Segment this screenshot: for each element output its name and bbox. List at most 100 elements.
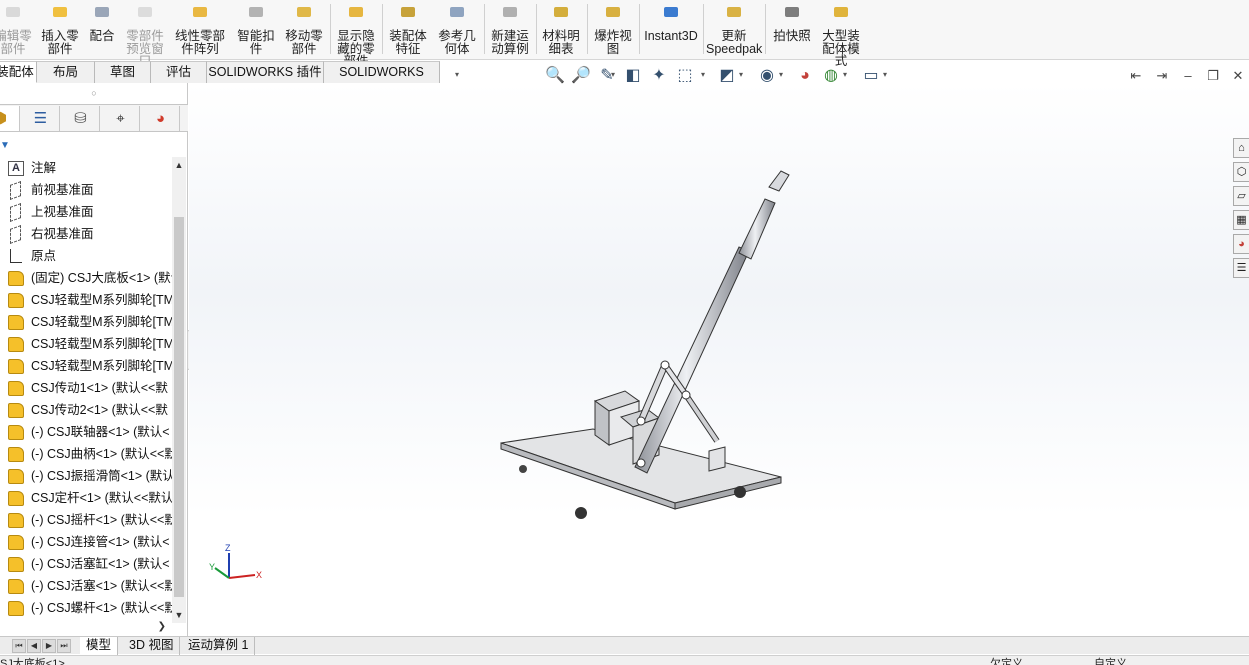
dimxpert-manager-tab[interactable]: ⌖ — [102, 106, 140, 131]
tree-node-component[interactable]: (-) CSJ活塞缸<1> (默认< — [0, 553, 172, 575]
component-preview-button[interactable]: 零部件 预览窗 口 — [122, 0, 168, 67]
tree-node-component[interactable]: (-) CSJ螺杆<1> (默认<<默 — [0, 597, 172, 617]
chevron-down-icon[interactable]: ▾ — [883, 70, 887, 79]
home-icon[interactable]: ⌂ — [1233, 138, 1249, 158]
tree-node-origin[interactable]: 原点 — [0, 245, 172, 267]
tab-motion-study[interactable]: 运动算例 1 — [182, 637, 256, 655]
tree-node-component[interactable]: CSJ轻载型M系列脚轮[TM — [0, 333, 172, 355]
tab-3d-view[interactable]: 3D 视图 — [123, 637, 181, 655]
graphics-area[interactable]: Z X Y — [189, 83, 1249, 638]
reference-geometry-button[interactable]: 参考几 何体 ▾ — [434, 0, 480, 78]
chevron-down-icon[interactable]: ▾ — [739, 70, 743, 79]
chevron-down-icon[interactable]: ▾ — [434, 70, 480, 79]
next-tab-icon[interactable]: ▶ — [42, 639, 56, 653]
tree-node-top-plane[interactable]: 上视基准面 — [0, 201, 172, 223]
close-icon[interactable]: ✕ — [1230, 68, 1246, 84]
tree-node-right-plane[interactable]: 右视基准面 — [0, 223, 172, 245]
assembly-model[interactable]: Z X Y — [189, 83, 1249, 638]
design-library-icon[interactable]: ⬡ — [1233, 162, 1249, 182]
tree-horizontal-scrollbar[interactable]: ❯ — [0, 621, 172, 637]
move-component-button[interactable]: 移动零 部件 ▾ — [282, 0, 326, 78]
mate-button[interactable]: 配合 — [86, 0, 118, 58]
tab-model[interactable]: 模型 — [80, 637, 119, 655]
linear-component-pattern-button[interactable]: 线性零部 件阵列 ▾ — [172, 0, 228, 78]
chevron-down-icon[interactable]: ▾ — [843, 70, 847, 79]
tab-solidworks-mbd[interactable]: SOLIDWORKS MBD — [324, 61, 440, 100]
hide-show-items-icon[interactable]: ◉ — [757, 66, 777, 86]
display-style-icon[interactable]: ◩ — [717, 66, 737, 86]
insert-component-button[interactable]: 插入零 部件 ▾ — [38, 0, 82, 78]
apply-scene-icon[interactable]: ◍ — [821, 66, 841, 86]
filter-icon[interactable]: ▼ — [0, 140, 10, 151]
take-snapshot-button[interactable]: 拍快照 — [769, 0, 815, 58]
tree-node-component[interactable]: (-) CSJ振摇滑筒<1> (默认 — [0, 465, 172, 487]
show-hidden-components-button[interactable]: 显示隐 藏的零 部件 — [334, 0, 378, 67]
tree-node-component[interactable]: (-) CSJ连接管<1> (默认< — [0, 531, 172, 553]
zoom-to-area-icon[interactable]: 🔎 — [571, 66, 591, 86]
tab-assembly[interactable]: 装配体 — [0, 61, 37, 83]
tab-solidworks-addins[interactable]: SOLIDWORKS 插件 — [207, 61, 324, 83]
view-settings-icon[interactable]: ▭ — [861, 66, 881, 86]
tab-sketch[interactable]: 草图 — [95, 61, 151, 83]
smart-fasteners-button[interactable]: 智能扣 件 — [234, 0, 278, 58]
file-explorer-icon[interactable]: ▱ — [1233, 186, 1249, 206]
feature-manager-tab[interactable]: ⬢ — [0, 106, 20, 131]
section-view-icon[interactable]: ◧ — [623, 66, 643, 86]
exploded-view-button[interactable]: 爆炸视 图 ▾ — [591, 0, 635, 78]
scroll-down-icon[interactable]: ▼ — [174, 609, 184, 621]
chevron-down-icon[interactable]: ▾ — [779, 70, 783, 79]
caster-wheel[interactable] — [734, 486, 746, 498]
caster-wheel[interactable] — [575, 507, 587, 519]
chevron-down-icon[interactable]: ▾ — [701, 70, 705, 79]
configuration-manager-tab[interactable]: ⛁ — [62, 106, 100, 131]
tree-node-component[interactable]: (固定) CSJ大底板<1> (默认 — [0, 267, 172, 289]
property-manager-tab[interactable]: ☰ — [22, 106, 60, 131]
view-orientation-icon[interactable]: ⬚ — [675, 66, 695, 86]
tree-node-annotations[interactable]: A 注解 — [0, 157, 172, 179]
large-assembly-mode-button[interactable]: 大型装 配体模 式 — [818, 0, 864, 67]
last-tab-icon[interactable]: ⏭ — [57, 639, 71, 653]
restore-icon[interactable]: ❐ — [1205, 68, 1221, 84]
tree-vertical-scrollbar[interactable]: ▲ ▼ — [172, 157, 186, 623]
tree-node-component[interactable]: CSJ轻载型M系列脚轮[TM — [0, 311, 172, 333]
tree-node-component[interactable]: (-) CSJ摇杆<1> (默认<<默 — [0, 509, 172, 531]
tree-node-component[interactable]: (-) CSJ联轴器<1> (默认< — [0, 421, 172, 443]
piston-cylinder[interactable] — [634, 170, 790, 474]
bill-of-materials-button[interactable]: 材料明 细表 — [539, 0, 583, 58]
first-tab-icon[interactable]: ⏮ — [12, 639, 26, 653]
tree-node-component[interactable]: (-) CSJ曲柄<1> (默认<<默 — [0, 443, 172, 465]
tree-node-component[interactable]: CSJ定杆<1> (默认<<默认 — [0, 487, 172, 509]
tree-node-component[interactable]: CSJ轻载型M系列脚轮[TM — [0, 289, 172, 311]
previous-view-icon[interactable]: ✎ — [597, 66, 617, 86]
appearances-icon[interactable]: ◕ — [1233, 234, 1249, 254]
custom-properties-icon[interactable]: ☰ — [1233, 258, 1249, 278]
scroll-right-icon[interactable]: ❯ — [158, 621, 166, 632]
tree-node-component[interactable]: CSJ轻载型M系列脚轮[TM — [0, 355, 172, 377]
scroll-up-icon[interactable]: ▲ — [174, 159, 184, 171]
display-manager-tab[interactable]: ◕ — [142, 106, 180, 131]
tree-node-component[interactable]: CSJ传动1<1> (默认<<默 — [0, 377, 172, 399]
prev-tab-icon[interactable]: ◀ — [27, 639, 41, 653]
tile-right-icon[interactable]: ⇥ — [1154, 68, 1170, 84]
assembly-features-button[interactable]: 装配体 特征 ▾ — [386, 0, 430, 78]
caster-wheel[interactable] — [519, 465, 527, 473]
status-units[interactable]: 自定义 — [1094, 656, 1127, 665]
new-motion-study-button[interactable]: 新建运 动算例 — [488, 0, 532, 58]
tile-left-icon[interactable]: ⇤ — [1128, 68, 1144, 84]
minimize-icon[interactable]: – — [1180, 68, 1196, 84]
tab-evaluate[interactable]: 评估 — [151, 61, 207, 83]
update-speedpak-button[interactable]: 更新 Speedpak — [706, 0, 762, 58]
zoom-to-fit-icon[interactable]: 🔍 — [545, 66, 565, 86]
tree-node-component[interactable]: CSJ传动2<1> (默认<<默 — [0, 399, 172, 421]
scroll-thumb[interactable] — [174, 217, 184, 597]
tree-node-front-plane[interactable]: 前视基准面 — [0, 179, 172, 201]
tree-node-component[interactable]: (-) CSJ活塞<1> (默认<<默 — [0, 575, 172, 597]
edit-appearance-icon[interactable]: ◕ — [795, 66, 815, 86]
edit-component-button[interactable]: 编辑零 部件 — [0, 0, 34, 58]
view-palette-icon[interactable]: ▦ — [1233, 210, 1249, 230]
instant3d-button[interactable]: Instant3D — [642, 0, 700, 58]
panel-grip[interactable]: ○ — [0, 83, 188, 103]
tab-layout[interactable]: 布局 — [37, 61, 95, 83]
tree-filter[interactable]: ▼ — [0, 133, 188, 157]
dynamic-annotation-icon[interactable]: ✦ — [649, 66, 669, 86]
